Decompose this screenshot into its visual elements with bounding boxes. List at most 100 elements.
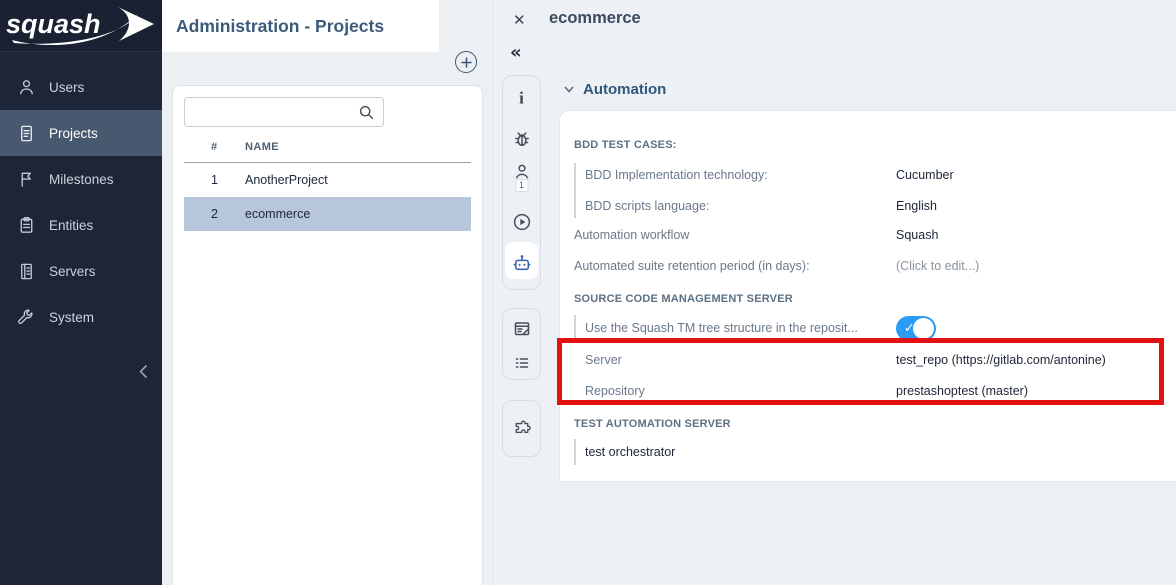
sidebar-item-label: System xyxy=(49,310,94,325)
robot-icon xyxy=(511,253,532,274)
sidebar-item-projects[interactable]: Projects xyxy=(0,110,162,156)
detail-toolbar-plugins xyxy=(502,400,541,457)
clipboard-icon xyxy=(17,216,36,235)
form-row: test orchestrator xyxy=(585,442,896,462)
search-icon xyxy=(358,104,375,126)
project-index: 1 xyxy=(211,173,245,187)
automation-card: BDD TEST CASES: BDD Implementation techn… xyxy=(559,110,1176,482)
sidebar-item-system[interactable]: System xyxy=(0,294,162,340)
section-title: Automation xyxy=(583,81,666,98)
sidebar: squash Users Projects Mile xyxy=(0,0,162,585)
form-section-label: SOURCE CODE MANAGEMENT SERVER xyxy=(574,289,793,309)
sidebar-item-milestones[interactable]: Milestones xyxy=(0,156,162,202)
detail-title: ecommerce xyxy=(549,9,641,28)
projects-table-header: # NAME xyxy=(184,131,471,163)
projects-panel-header: Administration - Projects xyxy=(162,0,439,52)
collapse-panel-icon[interactable]: « xyxy=(510,42,522,63)
plus-icon xyxy=(461,57,472,68)
table-row[interactable]: 1 AnotherProject xyxy=(184,163,471,197)
sidebar-item-entities[interactable]: Entities xyxy=(0,202,162,248)
form-row: Server test_repo (https://gitlab.com/ant… xyxy=(585,350,1106,370)
projects-table-card: # NAME 1 AnotherProject 2 ecommerce xyxy=(172,85,483,585)
document-icon xyxy=(17,124,36,143)
field-label: Automated suite retention period (in day… xyxy=(574,259,896,273)
tab-executions[interactable] xyxy=(512,212,532,232)
server-icon xyxy=(17,262,36,281)
form-row: BDD Implementation technology: Cucumber xyxy=(585,165,954,185)
form-section-label: BDD TEST CASES: xyxy=(574,135,677,155)
toggle-knob xyxy=(913,318,934,339)
svg-text:squash: squash xyxy=(6,9,101,39)
project-name: AnotherProject xyxy=(245,173,328,187)
play-icon xyxy=(512,212,532,232)
page-title: Administration - Projects xyxy=(176,16,384,37)
project-detail-panel: ✕ ecommerce « i 1 xyxy=(493,0,1176,585)
field-value[interactable]: prestashoptest (master) xyxy=(896,384,1028,398)
field-label: Automation workflow xyxy=(574,228,896,242)
add-project-button[interactable] xyxy=(455,51,477,73)
automation-section-header[interactable]: Automation xyxy=(564,81,666,98)
sidebar-item-label: Servers xyxy=(49,264,96,279)
chevron-down-icon xyxy=(564,86,574,93)
list-icon xyxy=(512,353,532,373)
sidebar-item-label: Entities xyxy=(49,218,93,233)
wrench-icon xyxy=(17,308,36,327)
field-label: Repository xyxy=(585,384,896,398)
tab-information[interactable]: i xyxy=(519,90,524,107)
chevron-left-icon xyxy=(139,364,148,379)
detail-toolbar-main: i 1 xyxy=(502,75,541,290)
plugin-icon xyxy=(512,419,532,439)
tab-plugins[interactable] xyxy=(512,419,532,439)
table-row-selected[interactable]: 2 ecommerce xyxy=(184,197,471,231)
tree-structure-toggle[interactable]: ✓ xyxy=(896,316,936,341)
tab-automation[interactable] xyxy=(511,253,532,274)
permissions-count-badge: 1 xyxy=(515,179,528,192)
group-indent-line xyxy=(574,439,576,465)
field-label: Server xyxy=(585,353,896,367)
sidebar-item-servers[interactable]: Servers xyxy=(0,248,162,294)
user-icon xyxy=(17,78,36,97)
info-icon: i xyxy=(519,90,524,107)
tab-requirements[interactable] xyxy=(512,319,532,339)
squash-logo-image: squash xyxy=(2,2,160,50)
detail-toolbar-secondary xyxy=(502,308,541,380)
field-label: BDD Implementation technology: xyxy=(585,168,896,182)
group-indent-line xyxy=(574,163,576,218)
column-header-name: NAME xyxy=(245,141,279,153)
field-value[interactable]: English xyxy=(896,199,937,213)
tab-custom-fields[interactable] xyxy=(512,353,532,373)
column-header-index: # xyxy=(211,141,245,153)
form-row: Repository prestashoptest (master) xyxy=(585,381,1028,401)
sidebar-collapse-button[interactable] xyxy=(130,358,156,384)
project-index: 2 xyxy=(211,207,245,221)
sidebar-item-label: Milestones xyxy=(49,172,114,187)
field-label: BDD scripts language: xyxy=(585,199,896,213)
field-value[interactable]: test_repo (https://gitlab.com/antonine) xyxy=(896,353,1106,367)
project-search xyxy=(184,97,384,127)
report-form-icon xyxy=(512,319,532,339)
form-row: Use the Squash TM tree structure in the … xyxy=(585,318,896,338)
sidebar-item-label: Users xyxy=(49,80,84,95)
form-row: BDD scripts language: English xyxy=(585,196,937,216)
projects-panel: Administration - Projects # NAME xyxy=(162,0,493,585)
sidebar-nav: Users Projects Milestones xyxy=(0,64,162,340)
field-label: test orchestrator xyxy=(585,445,896,459)
field-value[interactable]: Squash xyxy=(896,228,938,242)
sidebar-item-label: Projects xyxy=(49,126,98,141)
field-value[interactable]: Cucumber xyxy=(896,168,954,182)
squash-logo: squash xyxy=(0,0,162,52)
sidebar-item-users[interactable]: Users xyxy=(0,64,162,110)
form-row: Automated suite retention period (in day… xyxy=(574,256,979,276)
close-icon[interactable]: ✕ xyxy=(511,9,528,31)
project-name: ecommerce xyxy=(245,207,310,221)
form-row: Automation workflow Squash xyxy=(574,225,938,245)
project-search-input[interactable] xyxy=(185,98,383,126)
flag-icon xyxy=(17,170,36,189)
tab-bugtracker[interactable] xyxy=(512,129,532,149)
group-indent-line xyxy=(574,315,576,341)
squash-admin-app: squash Users Projects Mile xyxy=(0,0,1176,585)
field-label: Use the Squash TM tree structure in the … xyxy=(585,321,896,335)
bug-icon xyxy=(512,129,532,149)
form-section-label: TEST AUTOMATION SERVER xyxy=(574,414,731,434)
field-value-editable[interactable]: (Click to edit...) xyxy=(896,259,979,273)
